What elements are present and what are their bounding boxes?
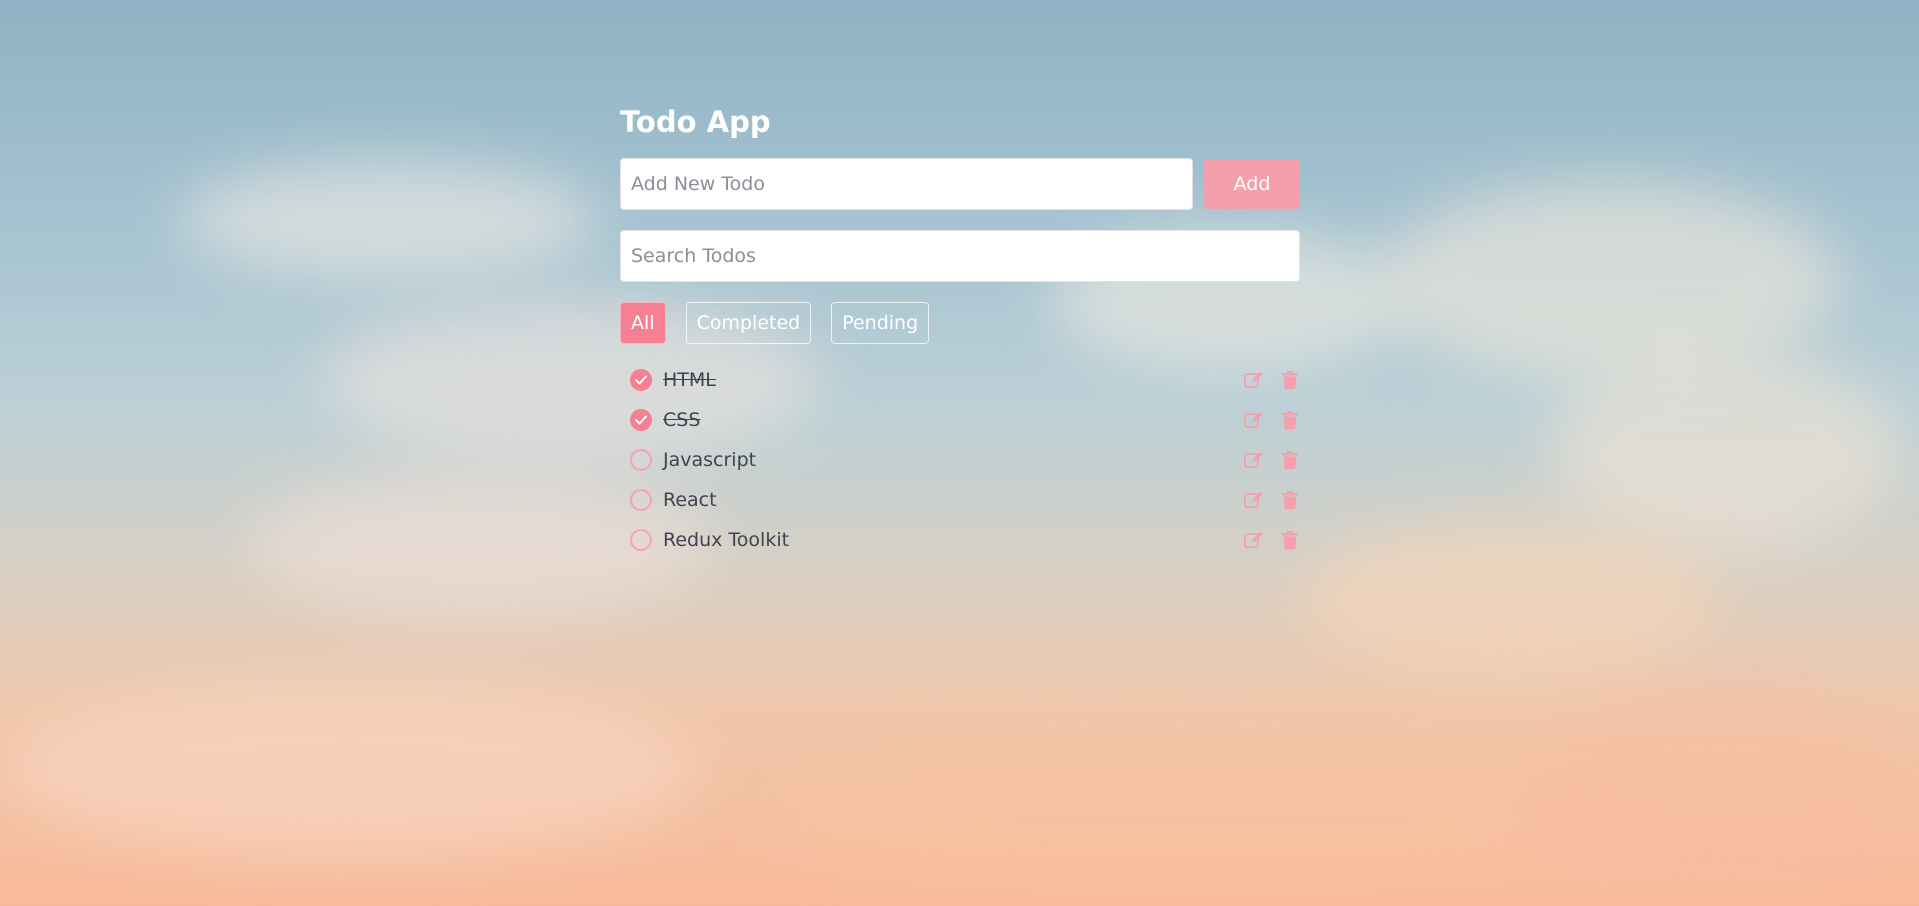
edit-icon[interactable]	[1244, 370, 1264, 390]
todo-list: HTML CSS Javascript React Redux Toolkit	[620, 360, 1300, 560]
todo-actions	[1244, 410, 1300, 430]
trash-icon[interactable]	[1280, 490, 1300, 510]
add-todo-input[interactable]	[620, 158, 1193, 210]
todo-checkbox[interactable]	[630, 449, 652, 471]
search-input[interactable]	[620, 230, 1300, 282]
filter-bar: All Completed Pending	[620, 302, 1300, 344]
filter-all-button[interactable]: All	[620, 302, 666, 344]
check-icon	[635, 415, 647, 425]
edit-icon[interactable]	[1244, 530, 1264, 550]
todo-label: React	[663, 489, 717, 511]
todo-actions	[1244, 530, 1300, 550]
todo-item: React	[620, 480, 1300, 520]
todo-app: Todo App Add All Completed Pending HTML	[620, 100, 1300, 560]
page-title: Todo App	[620, 105, 771, 139]
filter-pending-button[interactable]: Pending	[831, 302, 930, 344]
todo-actions	[1244, 490, 1300, 510]
filter-completed-button[interactable]: Completed	[685, 302, 812, 344]
trash-icon[interactable]	[1280, 410, 1300, 430]
todo-label: Javascript	[663, 449, 757, 471]
todo-checkbox[interactable]	[630, 369, 652, 391]
todo-label: Redux Toolkit	[663, 529, 790, 551]
todo-label: HTML	[663, 369, 716, 391]
todo-actions	[1244, 370, 1300, 390]
trash-icon[interactable]	[1280, 370, 1300, 390]
add-button[interactable]: Add	[1204, 159, 1300, 209]
todo-item: Redux Toolkit	[620, 520, 1300, 560]
todo-checkbox[interactable]	[630, 489, 652, 511]
edit-icon[interactable]	[1244, 490, 1264, 510]
edit-icon[interactable]	[1244, 410, 1264, 430]
trash-icon[interactable]	[1280, 530, 1300, 550]
todo-item: CSS	[620, 400, 1300, 440]
add-todo-row: Add	[620, 158, 1300, 210]
todo-checkbox[interactable]	[630, 409, 652, 431]
todo-item: HTML	[620, 360, 1300, 400]
trash-icon[interactable]	[1280, 450, 1300, 470]
todo-checkbox[interactable]	[630, 529, 652, 551]
todo-actions	[1244, 450, 1300, 470]
edit-icon[interactable]	[1244, 450, 1264, 470]
todo-label: CSS	[663, 409, 701, 431]
todo-item: Javascript	[620, 440, 1300, 480]
check-icon	[635, 375, 647, 385]
